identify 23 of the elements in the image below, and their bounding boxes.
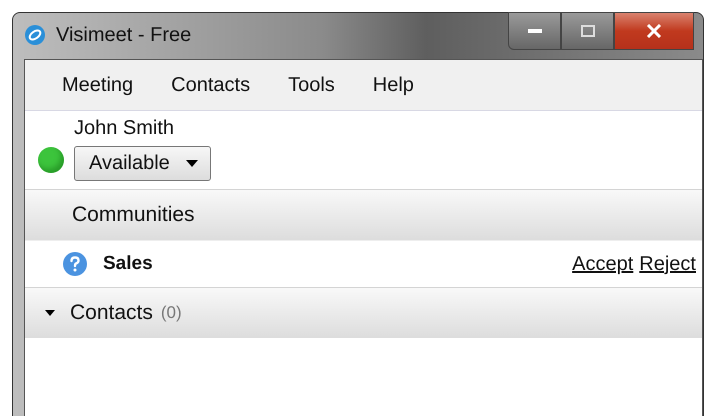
maximize-icon: [580, 25, 594, 37]
app-logo-icon: [24, 24, 46, 46]
close-icon: [646, 24, 662, 38]
menu-item[interactable]: Tools: [288, 74, 335, 96]
community-name: Sales: [103, 253, 153, 275]
menu-item[interactable]: Contacts: [171, 74, 250, 96]
minimize-icon: [528, 28, 542, 34]
question-icon: [63, 252, 87, 276]
maximize-button[interactable]: [561, 12, 614, 50]
user-name: John Smith: [74, 117, 174, 140]
status-dropdown[interactable]: Available: [74, 146, 211, 181]
menu-item[interactable]: Help: [372, 74, 414, 96]
window-title: Visimeet - Free: [56, 24, 192, 46]
close-button[interactable]: [614, 12, 694, 50]
action-link[interactable]: Accept: [572, 252, 634, 276]
minimize-button[interactable]: [508, 12, 561, 50]
caret-icon: [186, 160, 198, 167]
contacts-header[interactable]: Contacts (0): [25, 287, 702, 338]
contact-count: (0): [160, 303, 182, 323]
menu-item[interactable]: Meeting: [62, 74, 134, 96]
action-link[interactable]: Reject: [639, 252, 696, 276]
section-title: Contacts: [70, 301, 153, 325]
section-title: Communities: [72, 203, 195, 227]
